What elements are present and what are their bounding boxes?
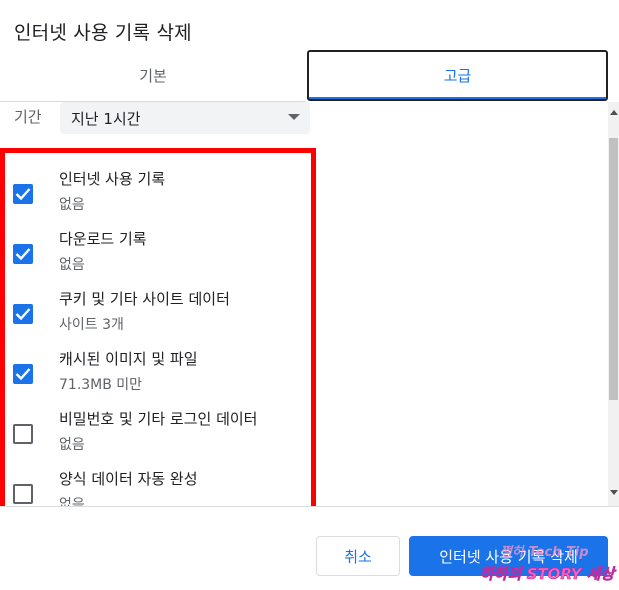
option-detail: 없음 — [59, 497, 85, 506]
time-range-label: 기간 — [14, 108, 42, 126]
option-passwords[interactable]: 비밀번호 및 기타 로그인 데이터 없음 — [0, 398, 300, 458]
footer-divider — [0, 506, 619, 507]
scroll-thumb[interactable] — [609, 138, 618, 400]
option-label: 양식 데이터 자동 완성 — [59, 470, 198, 488]
checkbox-unchecked-icon[interactable] — [13, 484, 33, 504]
dropdown-caret-icon — [288, 114, 300, 120]
time-range-dropdown[interactable]: 지난 1시간 — [60, 102, 310, 134]
dialog-title: 인터넷 사용 기록 삭제 — [14, 22, 192, 44]
option-detail: 없음 — [59, 197, 85, 213]
option-download-history[interactable]: 다운로드 기록 없음 — [0, 218, 300, 278]
time-range-value: 지난 1시간 — [71, 109, 141, 128]
option-label: 비밀번호 및 기타 로그인 데이터 — [59, 410, 258, 428]
checkbox-checked-icon[interactable] — [13, 244, 33, 264]
option-label: 쿠키 및 기타 사이트 데이터 — [59, 290, 230, 308]
option-cached-files[interactable]: 캐시된 이미지 및 파일 71.3MB 미만 — [0, 338, 300, 398]
watermark-logo-text: 하하의 STORY 세상 — [480, 565, 615, 584]
option-detail: 없음 — [59, 437, 85, 453]
cancel-button[interactable]: 취소 — [316, 536, 400, 576]
option-label: 캐시된 이미지 및 파일 — [59, 350, 198, 368]
dialog-content: 기간 지난 1시간 인터넷 사용 기록 없음 다운로드 기록 없음 쿠키 및 기… — [0, 102, 608, 506]
scrollbar[interactable] — [608, 102, 619, 506]
checkbox-checked-icon[interactable] — [13, 304, 33, 324]
scroll-up-arrow-icon[interactable] — [610, 110, 618, 115]
checkbox-unchecked-icon[interactable] — [13, 424, 33, 444]
option-detail: 71.3MB 미만 — [59, 377, 143, 393]
option-label: 다운로드 기록 — [59, 230, 147, 248]
option-cookies[interactable]: 쿠키 및 기타 사이트 데이터 사이트 3개 — [0, 278, 300, 338]
option-browsing-history[interactable]: 인터넷 사용 기록 없음 — [0, 158, 300, 218]
checkbox-checked-icon[interactable] — [13, 184, 33, 204]
option-label: 인터넷 사용 기록 — [59, 170, 166, 188]
tab-basic[interactable]: 기본 — [0, 50, 306, 102]
watermark-text: 쩡하 Tech Tip — [500, 545, 589, 560]
scroll-down-arrow-icon[interactable] — [610, 490, 618, 495]
tab-bar: 기본 고급 — [0, 50, 619, 102]
option-detail: 사이트 3개 — [59, 317, 124, 333]
option-autofill[interactable]: 양식 데이터 자동 완성 없음 — [0, 458, 300, 506]
option-detail: 없음 — [59, 257, 85, 273]
checkbox-checked-icon[interactable] — [13, 364, 33, 384]
tab-advanced[interactable]: 고급 — [307, 50, 608, 101]
